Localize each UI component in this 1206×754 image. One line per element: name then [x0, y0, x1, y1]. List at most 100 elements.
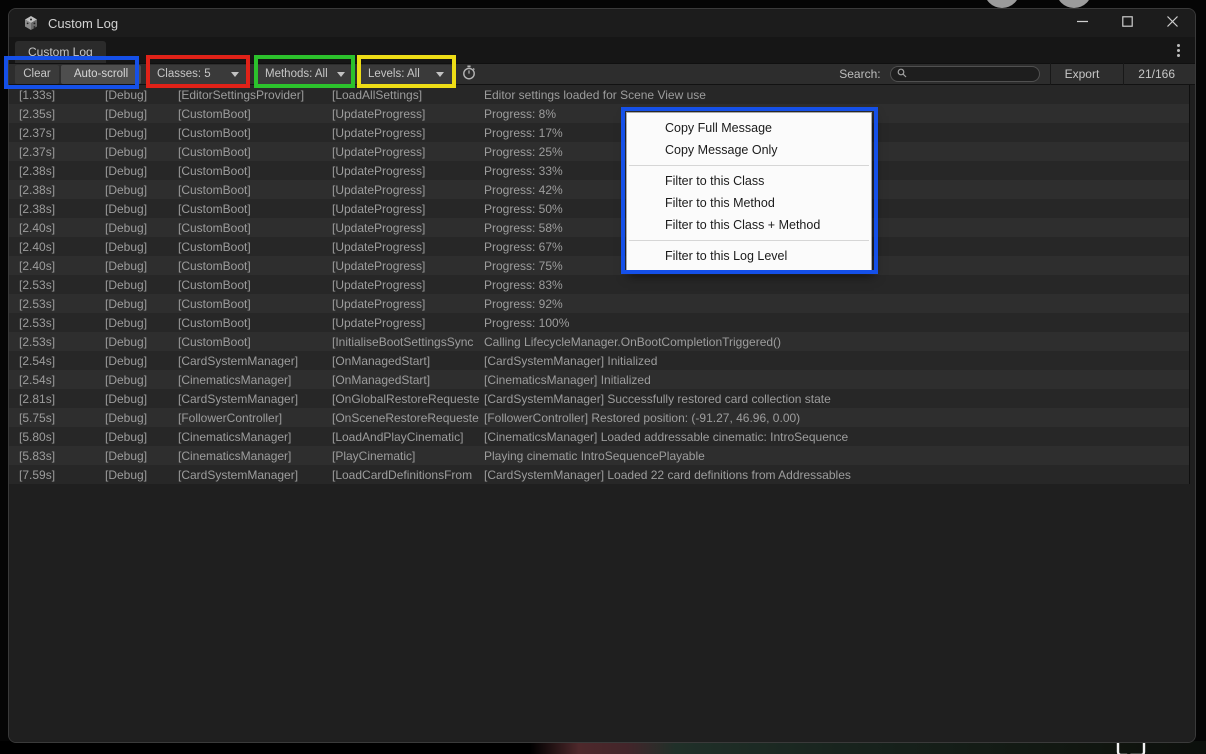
log-row[interactable]: [2.53s] [Debug] [CustomBoot] [UpdateProg…: [9, 294, 1189, 313]
log-level: [Debug]: [105, 164, 178, 178]
maximize-icon: [1122, 14, 1133, 32]
log-level: [Debug]: [105, 449, 178, 463]
log-row[interactable]: [2.53s] [Debug] [CustomBoot] [UpdateProg…: [9, 275, 1189, 294]
log-level: [Debug]: [105, 430, 178, 444]
log-level: [Debug]: [105, 316, 178, 330]
window-title: Custom Log: [48, 16, 118, 31]
log-message: Progress: 83%: [481, 278, 1189, 292]
search-label: Search:: [839, 67, 880, 81]
close-button[interactable]: [1150, 9, 1195, 37]
log-method: [UpdateProgress]: [332, 126, 481, 140]
clear-button[interactable]: Clear: [15, 65, 59, 84]
context-menu-entry[interactable]: Copy Full Message: [627, 117, 871, 139]
log-timestamp: [2.35s]: [19, 107, 105, 121]
log-timestamp: [2.53s]: [19, 335, 105, 349]
log-scroll-area[interactable]: [1.33s] [Debug] [EditorSettingsProvider]…: [9, 85, 1195, 742]
log-timestamp: [2.54s]: [19, 373, 105, 387]
log-timestamp: [2.53s]: [19, 278, 105, 292]
search-field[interactable]: [890, 66, 1040, 82]
minimize-icon: [1077, 14, 1088, 32]
minimize-button[interactable]: [1060, 9, 1105, 37]
kebab-menu-icon: [1177, 49, 1180, 52]
context-menu-entry[interactable]: Filter to this Class + Method: [627, 214, 871, 236]
context-menu-item-label: Filter to this Class: [665, 174, 764, 188]
stopwatch-icon: [462, 65, 476, 83]
log-level: [Debug]: [105, 392, 178, 406]
log-row[interactable]: [2.53s] [Debug] [CustomBoot] [UpdateProg…: [9, 313, 1189, 332]
tab-bar: Custom Log: [9, 37, 1195, 63]
log-timestamp: [1.33s]: [19, 88, 105, 102]
log-message: [CardSystemManager] Loaded 22 card defin…: [481, 468, 1189, 482]
log-level: [Debug]: [105, 297, 178, 311]
log-row[interactable]: [2.37s] [Debug] [CustomBoot] [UpdateProg…: [9, 142, 1189, 161]
log-class: [CustomBoot]: [178, 297, 332, 311]
log-class: [CustomBoot]: [178, 183, 332, 197]
context-menu-item-label: Copy Message Only: [665, 143, 778, 157]
log-row[interactable]: [2.35s] [Debug] [CustomBoot] [UpdateProg…: [9, 104, 1189, 123]
log-level: [Debug]: [105, 107, 178, 121]
log-row[interactable]: [2.81s] [Debug] [CardSystemManager] [OnG…: [9, 389, 1189, 408]
chevron-down-icon: [436, 72, 444, 77]
log-class: [CinematicsManager]: [178, 430, 332, 444]
log-method: [UpdateProgress]: [332, 107, 481, 121]
log-level: [Debug]: [105, 240, 178, 254]
log-class: [CustomBoot]: [178, 259, 332, 273]
log-row[interactable]: [5.80s] [Debug] [CinematicsManager] [Loa…: [9, 427, 1189, 446]
levels-dropdown[interactable]: Levels: All: [360, 65, 452, 84]
log-method: [UpdateProgress]: [332, 297, 481, 311]
title-bar: Custom Log: [9, 9, 1195, 37]
log-row[interactable]: [2.40s] [Debug] [CustomBoot] [UpdateProg…: [9, 237, 1189, 256]
search-input[interactable]: [907, 68, 1039, 80]
log-row[interactable]: [5.75s] [Debug] [FollowerController] [On…: [9, 408, 1189, 427]
methods-dropdown[interactable]: Methods: All: [257, 65, 353, 84]
log-method: [UpdateProgress]: [332, 183, 481, 197]
log-level: [Debug]: [105, 183, 178, 197]
log-method: [OnManagedStart]: [332, 373, 481, 387]
log-row[interactable]: [2.54s] [Debug] [CardSystemManager] [OnM…: [9, 351, 1189, 370]
log-row[interactable]: [5.83s] [Debug] [CinematicsManager] [Pla…: [9, 446, 1189, 465]
log-row[interactable]: [2.53s] [Debug] [CustomBoot] [Initialise…: [9, 332, 1189, 351]
log-timestamp: [2.37s]: [19, 126, 105, 140]
maximize-button[interactable]: [1105, 9, 1150, 37]
context-menu-entry[interactable]: Copy Message Only: [627, 139, 871, 161]
log-timestamp: [2.53s]: [19, 297, 105, 311]
log-timestamp: [2.38s]: [19, 202, 105, 216]
filter-count-badge: 21/166: [1124, 67, 1189, 81]
log-message: Progress: 92%: [481, 297, 1189, 311]
tab-custom-log[interactable]: Custom Log: [15, 41, 106, 63]
export-button[interactable]: Export: [1051, 63, 1114, 85]
log-level: [Debug]: [105, 259, 178, 273]
log-row[interactable]: [2.38s] [Debug] [CustomBoot] [UpdateProg…: [9, 161, 1189, 180]
log-level: [Debug]: [105, 411, 178, 425]
log-row[interactable]: [2.40s] [Debug] [CustomBoot] [UpdateProg…: [9, 218, 1189, 237]
log-row[interactable]: [2.37s] [Debug] [CustomBoot] [UpdateProg…: [9, 123, 1189, 142]
log-class: [CustomBoot]: [178, 221, 332, 235]
log-method: [UpdateProgress]: [332, 278, 481, 292]
log-method: [UpdateProgress]: [332, 164, 481, 178]
context-menu-entry[interactable]: Filter to this Class: [627, 170, 871, 192]
log-class: [CardSystemManager]: [178, 354, 332, 368]
log-row[interactable]: [2.38s] [Debug] [CustomBoot] [UpdateProg…: [9, 199, 1189, 218]
log-class: [CustomBoot]: [178, 335, 332, 349]
context-menu-entry[interactable]: Filter to this Method: [627, 192, 871, 214]
context-menu-entry[interactable]: [629, 165, 869, 166]
log-row[interactable]: [2.40s] [Debug] [CustomBoot] [UpdateProg…: [9, 256, 1189, 275]
log-level: [Debug]: [105, 278, 178, 292]
context-menu-entry[interactable]: Filter to this Log Level: [627, 245, 871, 267]
log-row[interactable]: [2.38s] [Debug] [CustomBoot] [UpdateProg…: [9, 180, 1189, 199]
log-timestamp: [2.38s]: [19, 183, 105, 197]
classes-dropdown[interactable]: Classes: 5: [149, 65, 247, 84]
log-method: [LoadAndPlayCinematic]: [332, 430, 481, 444]
timestamp-toggle-button[interactable]: [461, 66, 477, 82]
log-row[interactable]: [1.33s] [Debug] [EditorSettingsProvider]…: [9, 85, 1189, 104]
window-menu-button[interactable]: [1169, 41, 1187, 59]
log-row[interactable]: [7.59s] [Debug] [CardSystemManager] [Loa…: [9, 465, 1189, 484]
log-class: [CustomBoot]: [178, 164, 332, 178]
background-app-icon: [1056, 0, 1092, 8]
context-menu-item-label: Copy Full Message: [665, 121, 772, 135]
autoscroll-toggle[interactable]: Auto-scroll: [61, 65, 141, 84]
log-row[interactable]: [2.54s] [Debug] [CinematicsManager] [OnM…: [9, 370, 1189, 389]
context-menu-entry[interactable]: [629, 240, 869, 241]
log-class: [CustomBoot]: [178, 316, 332, 330]
log-method: [UpdateProgress]: [332, 221, 481, 235]
